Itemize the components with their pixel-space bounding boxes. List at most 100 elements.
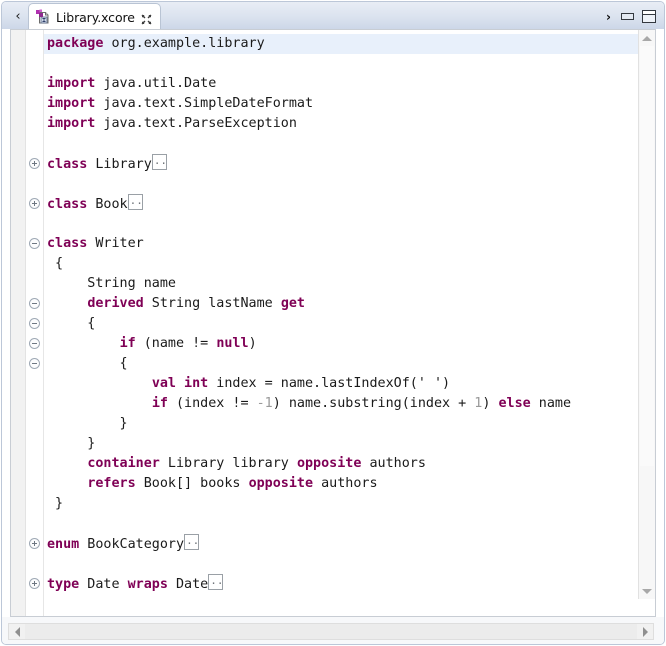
fold-collapse-icon[interactable] bbox=[29, 358, 40, 369]
code-token-plain: Library bbox=[87, 157, 152, 172]
code-token-plain: (name != bbox=[136, 336, 217, 351]
xcore-editor-window: ‹ Library.xcore bbox=[0, 0, 666, 646]
code-token-plain: index = name.lastIndexOf(' ') bbox=[208, 376, 450, 391]
code-line[interactable]: package org.example.library bbox=[44, 34, 638, 54]
code-token-plain bbox=[47, 296, 87, 311]
vertical-scrollbar[interactable] bbox=[638, 30, 655, 599]
folding-margin[interactable] bbox=[26, 30, 44, 616]
code-line[interactable]: derived String lastName get bbox=[44, 294, 638, 314]
code-token-plain: { bbox=[47, 316, 95, 331]
code-line[interactable]: } bbox=[44, 434, 638, 454]
fold-expand-icon[interactable] bbox=[29, 198, 40, 209]
code-line[interactable]: class Library bbox=[44, 154, 638, 174]
code-token-kw: import bbox=[47, 96, 95, 111]
scroll-right-arrow[interactable] bbox=[637, 624, 653, 639]
code-token-plain: String lastName bbox=[144, 296, 281, 311]
code-token-plain: Book[] books bbox=[136, 476, 249, 491]
scroll-up-arrow[interactable] bbox=[639, 30, 655, 46]
code-line[interactable]: val int index = name.lastIndexOf(' ') bbox=[44, 374, 638, 394]
code-line[interactable] bbox=[44, 174, 638, 194]
scroll-down-arrow[interactable] bbox=[639, 583, 655, 599]
code-token-kw: class bbox=[47, 157, 87, 172]
code-token-plain bbox=[47, 456, 87, 471]
fold-collapse-icon[interactable] bbox=[29, 338, 40, 349]
code-token-plain: BookCategory bbox=[79, 537, 184, 552]
maximize-icon[interactable] bbox=[642, 10, 656, 23]
xcore-file-icon bbox=[35, 9, 51, 25]
code-token-plain: authors bbox=[313, 476, 378, 491]
tab-library-xcore[interactable]: Library.xcore bbox=[28, 3, 161, 30]
code-token-kw: null bbox=[216, 336, 248, 351]
code-surface[interactable]: package org.example.library import java.… bbox=[44, 30, 638, 599]
code-line[interactable]: class Writer bbox=[44, 234, 638, 254]
code-line[interactable]: import java.text.SimpleDateFormat bbox=[44, 94, 638, 114]
fold-expand-icon[interactable] bbox=[29, 578, 40, 589]
code-line[interactable]: { bbox=[44, 314, 638, 334]
code-token-kw: container bbox=[87, 456, 160, 471]
code-token-plain: java.text.ParseException bbox=[95, 116, 297, 131]
code-token-kw: val int bbox=[152, 376, 208, 391]
code-token-plain bbox=[47, 336, 120, 351]
collapsed-region-placeholder[interactable] bbox=[208, 574, 223, 590]
code-token-plain: java.text.SimpleDateFormat bbox=[95, 96, 313, 111]
code-token-plain: Writer bbox=[87, 236, 143, 251]
code-line[interactable]: { bbox=[44, 354, 638, 374]
code-token-plain: java.util.Date bbox=[95, 76, 216, 91]
code-line[interactable]: enum BookCategory bbox=[44, 534, 638, 554]
code-line[interactable] bbox=[44, 54, 638, 74]
scroll-left-arrow[interactable] bbox=[9, 624, 25, 639]
tab-previous-label: ‹ bbox=[15, 9, 20, 24]
tab-previous-button[interactable]: ‹ bbox=[8, 6, 28, 26]
code-token-kw: class bbox=[47, 236, 87, 251]
code-token-kw: import bbox=[47, 76, 95, 91]
code-token-plain: authors bbox=[361, 456, 426, 471]
code-token-kw: type bbox=[47, 577, 79, 592]
code-line[interactable]: { bbox=[44, 254, 638, 274]
horizontal-scroll-thumb[interactable] bbox=[25, 624, 637, 639]
code-token-plain: { bbox=[47, 356, 128, 371]
code-line[interactable]: } bbox=[44, 494, 638, 514]
code-token-plain bbox=[47, 376, 152, 391]
fold-collapse-icon[interactable] bbox=[29, 318, 40, 329]
code-line[interactable]: type Date wraps Date bbox=[44, 574, 638, 594]
minimize-icon[interactable] bbox=[620, 11, 633, 22]
horizontal-scrollbar[interactable] bbox=[8, 623, 654, 640]
code-token-plain: Library library bbox=[160, 456, 297, 471]
code-line[interactable]: if (name != null) bbox=[44, 334, 638, 354]
code-line[interactable]: if (index != -1) name.substring(index + … bbox=[44, 394, 638, 414]
code-token-plain: { bbox=[47, 256, 63, 271]
code-line[interactable]: } bbox=[44, 414, 638, 434]
fold-expand-icon[interactable] bbox=[29, 158, 40, 169]
code-token-plain: String name bbox=[47, 276, 176, 291]
annotation-ruler[interactable] bbox=[11, 30, 26, 616]
editor-area: package org.example.library import java.… bbox=[2, 29, 664, 617]
code-line[interactable]: import java.util.Date bbox=[44, 74, 638, 94]
fold-expand-icon[interactable] bbox=[29, 538, 40, 549]
code-line[interactable] bbox=[44, 134, 638, 154]
code-text[interactable]: package org.example.library import java.… bbox=[44, 34, 638, 594]
code-line[interactable]: refers Book[] books opposite authors bbox=[44, 474, 638, 494]
chevron-right-icon[interactable]: › bbox=[606, 11, 611, 23]
collapsed-region-placeholder[interactable] bbox=[184, 534, 199, 550]
collapsed-region-placeholder[interactable] bbox=[152, 154, 167, 170]
fold-collapse-icon[interactable] bbox=[29, 298, 40, 309]
fold-collapse-icon[interactable] bbox=[29, 238, 40, 249]
code-token-plain: ) name.substring(index + bbox=[273, 396, 475, 411]
vertical-scroll-thumb[interactable] bbox=[640, 46, 654, 466]
code-line[interactable] bbox=[44, 554, 638, 574]
code-token-kw: else bbox=[498, 396, 530, 411]
code-token-kw: package bbox=[47, 36, 103, 51]
code-line[interactable]: import java.text.ParseException bbox=[44, 114, 638, 134]
close-icon[interactable] bbox=[140, 11, 153, 24]
code-line[interactable] bbox=[44, 214, 638, 234]
code-line[interactable]: String name bbox=[44, 274, 638, 294]
collapsed-region-placeholder[interactable] bbox=[128, 194, 143, 210]
code-token-kw: opposite bbox=[249, 476, 314, 491]
code-token-kw: opposite bbox=[297, 456, 362, 471]
code-token-kw: refers bbox=[87, 476, 135, 491]
tab-bar-controls: › bbox=[606, 2, 660, 30]
tab-label: Library.xcore bbox=[56, 10, 135, 25]
code-line[interactable]: class Book bbox=[44, 194, 638, 214]
code-line[interactable]: container Library library opposite autho… bbox=[44, 454, 638, 474]
code-line[interactable] bbox=[44, 514, 638, 534]
